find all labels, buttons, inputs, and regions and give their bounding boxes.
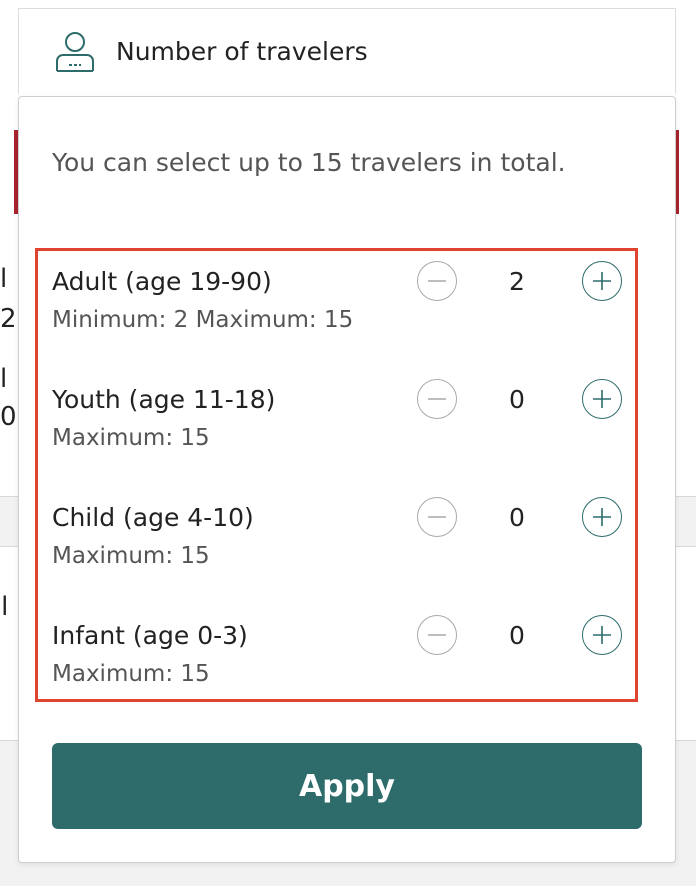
traveler-count: 0	[509, 385, 525, 414]
travelers-field[interactable]: Number of travelers	[18, 8, 676, 94]
traveler-limits: Minimum: 2 Maximum: 15	[52, 307, 354, 333]
minus-icon	[427, 515, 446, 518]
traveler-label: Child (age 4-10)	[52, 503, 254, 532]
increment-button[interactable]	[582, 615, 622, 655]
traveler-count: 0	[509, 621, 525, 650]
traveler-row-adult: Adult (age 19-90) Minimum: 2 Maximum: 15…	[52, 261, 652, 367]
increment-button[interactable]	[582, 379, 622, 419]
traveler-count: 0	[509, 503, 525, 532]
minus-icon	[427, 397, 446, 400]
background-text-fragment: l	[0, 264, 8, 294]
plus-icon	[592, 389, 611, 408]
minus-icon	[427, 279, 446, 282]
apply-button[interactable]: Apply	[52, 743, 642, 829]
travelers-limit-notice: You can select up to 15 travelers in tot…	[52, 148, 566, 177]
traveler-row-youth: Youth (age 11-18) Maximum: 15 0	[52, 379, 652, 485]
travelers-dropdown: You can select up to 15 travelers in tot…	[18, 96, 676, 863]
background-text-fragment: 0	[0, 402, 17, 432]
traveler-label: Adult (age 19-90)	[52, 267, 272, 296]
plus-icon	[592, 507, 611, 526]
traveler-limits: Maximum: 15	[52, 543, 210, 569]
traveler-label: Infant (age 0-3)	[52, 621, 248, 650]
traveler-label: Youth (age 11-18)	[52, 385, 276, 414]
plus-icon	[592, 625, 611, 644]
traveler-count: 2	[509, 267, 525, 296]
background-text-fragment: 2	[0, 304, 17, 334]
background-text-fragment: oil	[0, 592, 9, 622]
traveler-limits: Maximum: 15	[52, 425, 210, 451]
traveler-limits: Maximum: 15	[52, 661, 210, 687]
traveler-row-infant: Infant (age 0-3) Maximum: 15 0	[52, 615, 652, 721]
minus-icon	[427, 633, 446, 636]
person-icon	[56, 32, 94, 72]
background-text-fragment: l	[0, 364, 8, 394]
decrement-button[interactable]	[417, 497, 457, 537]
decrement-button[interactable]	[417, 379, 457, 419]
decrement-button[interactable]	[417, 261, 457, 301]
traveler-row-child: Child (age 4-10) Maximum: 15 0	[52, 497, 652, 603]
increment-button[interactable]	[582, 497, 622, 537]
plus-icon	[592, 271, 611, 290]
decrement-button[interactable]	[417, 615, 457, 655]
travelers-field-title: Number of travelers	[116, 37, 368, 66]
increment-button[interactable]	[582, 261, 622, 301]
